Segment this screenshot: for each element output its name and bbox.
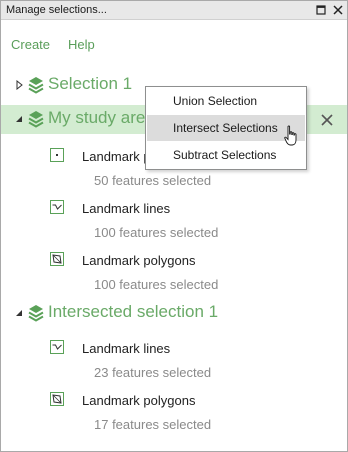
collapse-arrow-icon[interactable]: [15, 308, 24, 318]
hand-pointer-icon: [284, 125, 297, 146]
layer-name[interactable]: Landmark polygons: [82, 393, 195, 408]
title-bar: Manage selections...: [1, 1, 347, 20]
polygon-layer-icon: [50, 392, 64, 406]
line-layer-icon: [50, 340, 64, 354]
help-menu[interactable]: Help: [68, 37, 95, 52]
manage-selections-panel: Manage selections... Create Help Selecti…: [0, 0, 348, 452]
expand-arrow-icon[interactable]: [15, 80, 24, 90]
close-window-icon[interactable]: [331, 3, 345, 17]
group-label[interactable]: My study area: [48, 108, 155, 128]
line-layer-icon: [50, 200, 64, 214]
layers-stack-icon: [28, 305, 44, 322]
layer-name[interactable]: Landmark lines: [82, 341, 170, 356]
menu-bar: Create Help: [1, 31, 347, 55]
union-selection-menu-item[interactable]: Union Selection: [147, 88, 305, 114]
layers-stack-icon: [28, 77, 44, 94]
intersect-selections-menu-item[interactable]: Intersect Selections: [147, 115, 305, 141]
layer-feature-count: 17 features selected: [94, 417, 212, 432]
layer-feature-count: 23 features selected: [94, 365, 212, 380]
subtract-selections-menu-item[interactable]: Subtract Selections: [147, 142, 305, 168]
layer-feature-count: 50 features selected: [94, 173, 212, 188]
layer-feature-count: 100 features selected: [94, 225, 219, 240]
polygon-layer-icon: [50, 252, 64, 266]
selection-group-header[interactable]: Intersected selection 1: [1, 299, 347, 328]
layer-feature-count: 100 features selected: [94, 277, 219, 292]
point-layer-icon: [50, 148, 64, 162]
layer-name[interactable]: Landmark lines: [82, 201, 170, 216]
layer-name[interactable]: Landmark polygons: [82, 253, 195, 268]
create-menu[interactable]: Create: [11, 37, 50, 52]
restore-window-icon[interactable]: [314, 3, 328, 17]
window-title: Manage selections...: [6, 4, 107, 16]
group-label[interactable]: Intersected selection 1: [48, 302, 218, 322]
context-menu: Union Selection Intersect Selections Sub…: [145, 86, 307, 170]
close-icon[interactable]: [317, 110, 337, 130]
group-label[interactable]: Selection 1: [48, 74, 132, 94]
layers-stack-icon: [28, 111, 44, 128]
collapse-arrow-icon[interactable]: [15, 114, 24, 124]
